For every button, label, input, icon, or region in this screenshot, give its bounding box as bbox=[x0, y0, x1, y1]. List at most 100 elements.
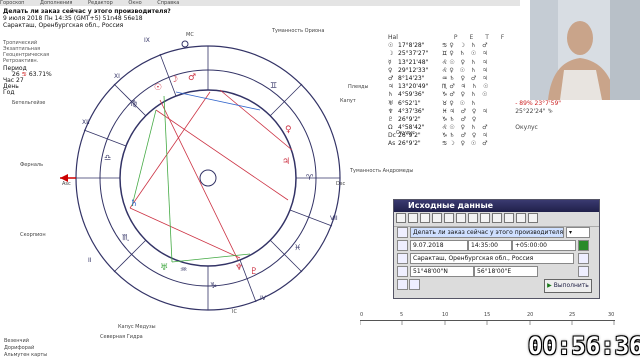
play-icon: ▶ bbox=[547, 282, 552, 289]
question-dropdown[interactable]: ▾ bbox=[566, 227, 590, 238]
svg-text:♏: ♏ bbox=[122, 233, 130, 242]
bottom-label-3: Альмутен карты bbox=[4, 352, 48, 358]
table-row: ♆ 4°37'36" ♓ ♃ ♂ ♀ ♃ 25°22'24" ♑ bbox=[388, 107, 553, 115]
system-4: Ретроактивн. bbox=[3, 58, 39, 64]
menu-bar: Гороскоп Дополнения Редактор Окно Справк… bbox=[0, 0, 520, 6]
ruler-tick: 25 bbox=[569, 312, 576, 318]
date-input[interactable]: 9.07.2018 bbox=[410, 240, 468, 251]
chart-datetime: 9 июля 2018 Пн 14:35 (GMT+5) 51n48 56e18 bbox=[3, 15, 143, 22]
circle-icon[interactable] bbox=[516, 213, 526, 223]
svg-text:♊: ♊ bbox=[270, 81, 277, 90]
planet-glyphs: ☉ ☽ ♂ ♀ ♃ ♄ ♅ ♆ ♇ bbox=[130, 73, 292, 277]
table-row: Ω 4°58'42" ♌ ☉ ♀ ♄ ♂ Окулус bbox=[388, 124, 538, 132]
table-row: ♇ 26°9'2" ♑ ♄ ♂ ♀ bbox=[388, 115, 479, 123]
mc-marker bbox=[181, 40, 189, 48]
chart-question: Делать ли заказ сейчас у этого производи… bbox=[3, 8, 171, 15]
person-icon[interactable] bbox=[409, 279, 420, 290]
longitude-input[interactable]: 56°18'00"E bbox=[474, 266, 538, 277]
confirm-icon[interactable] bbox=[578, 240, 589, 251]
presenter-image bbox=[530, 0, 640, 100]
star-medusa: Капус Медузы bbox=[118, 324, 156, 330]
neptune-glyph: ♆ bbox=[235, 263, 243, 273]
dialog-toolbar bbox=[394, 212, 599, 227]
year-row: Год bbox=[3, 89, 15, 96]
table-row: As 26°9'2" ♋ ☽ ♀ ☉ ♂ bbox=[388, 140, 490, 148]
gear-icon[interactable] bbox=[492, 213, 502, 223]
star-hydra: Северная Гидра bbox=[100, 334, 143, 340]
time-input[interactable]: 14:35:00 bbox=[468, 240, 512, 251]
place-input[interactable]: Саракташ, Оренбургская обл., Россия bbox=[410, 253, 574, 264]
sun-glyph: ☉ bbox=[154, 83, 162, 93]
aspect-lines-blue bbox=[175, 91, 261, 111]
star-orion: Туманность Ориона bbox=[272, 28, 325, 34]
star-fernal: Ферналь bbox=[20, 162, 44, 168]
dialog-title: Исходные данные bbox=[394, 200, 599, 212]
video-timer: 00:56:36 bbox=[528, 332, 640, 360]
pluto-glyph: ♇ bbox=[250, 267, 258, 277]
star-pleiades: Плеяды bbox=[348, 84, 369, 90]
z-icon[interactable] bbox=[528, 213, 538, 223]
question-input[interactable]: Делать ли заказ сейчас у этого производи… bbox=[410, 227, 564, 238]
degree-ruler: 0 5 10 15 20 25 30 bbox=[360, 312, 615, 331]
mercury-glyph: ♂ bbox=[188, 73, 196, 83]
ruler-tick: 30 bbox=[608, 312, 615, 318]
book-icon[interactable] bbox=[420, 213, 430, 223]
svg-text:♎: ♎ bbox=[104, 153, 111, 162]
menu-window[interactable]: Окно bbox=[128, 0, 141, 6]
info-icon[interactable] bbox=[480, 213, 490, 223]
paste-icon[interactable] bbox=[408, 213, 418, 223]
calendar-icon bbox=[397, 240, 408, 251]
house-cusps bbox=[76, 46, 340, 310]
house-numeral-2: II bbox=[88, 257, 92, 264]
star-scorpion: Скорпион bbox=[20, 232, 46, 238]
venus-glyph: ♀ bbox=[285, 125, 292, 135]
copy-icon[interactable] bbox=[396, 213, 406, 223]
gallery-icon[interactable] bbox=[504, 213, 514, 223]
menu-additions[interactable]: Дополнения bbox=[40, 0, 72, 6]
natal-chart-wheel[interactable]: ☉ ☽ ♂ ♀ ♃ ♄ ♅ ♆ ♇ ♍ ♊ ♈ ♓ ♏ ♎ ♑ ♒ IX XI XII V… bbox=[60, 30, 390, 320]
ruler-tick: 10 bbox=[442, 312, 449, 318]
table-row: ♅ 6°52'1" ♉ ♀ ☉ ♄ - 89% 23°7'59" bbox=[388, 99, 562, 107]
menu-editor[interactable]: Редактор bbox=[88, 0, 113, 6]
svg-text:♓: ♓ bbox=[294, 243, 301, 252]
ruler-tick: 0 bbox=[360, 312, 364, 318]
globe-icon[interactable] bbox=[468, 213, 478, 223]
latitude-input[interactable]: 51°48'00"N bbox=[410, 266, 474, 277]
run-button[interactable]: ▶ Выполнить bbox=[544, 279, 592, 293]
svg-text:♒: ♒ bbox=[180, 265, 187, 274]
inner-ring bbox=[119, 89, 297, 267]
table-row: Dc 26°9'2" ♑ ♄ ♂ ♀ ♃ bbox=[388, 132, 490, 140]
star-kaput: Капут bbox=[340, 98, 356, 104]
ic-label: IC bbox=[232, 309, 237, 315]
map-icon[interactable] bbox=[578, 266, 589, 277]
dsc-label: Dsc bbox=[336, 181, 346, 187]
source-data-dialog[interactable]: Исходные данные Делать ли заказ сейчас у… bbox=[393, 199, 600, 299]
tool-icon[interactable] bbox=[397, 279, 408, 290]
star-betelgeuse: Бетельгейзе bbox=[12, 100, 46, 106]
mc-label: MC bbox=[186, 32, 194, 38]
location-icon bbox=[397, 253, 408, 264]
moon-glyph: ☽ bbox=[170, 75, 178, 85]
k-icon[interactable] bbox=[456, 213, 466, 223]
uranus-glyph: ♅ bbox=[160, 263, 168, 273]
star-andromeda: Туманность Андромеды bbox=[350, 168, 414, 174]
house-numeral-11: XI bbox=[114, 73, 120, 80]
place-dropdown[interactable] bbox=[578, 253, 589, 264]
ruler-tick: 15 bbox=[484, 312, 491, 318]
house-numeral-9: IX bbox=[144, 37, 150, 44]
menu-horoscope[interactable]: Гороскоп bbox=[0, 0, 24, 6]
svg-text:♍: ♍ bbox=[130, 99, 137, 108]
coords-icon bbox=[397, 266, 408, 277]
timezone-input[interactable]: +05:00:00 bbox=[512, 240, 576, 251]
jupiter-glyph: ♃ bbox=[282, 157, 290, 167]
bottom-label-1: Везенчий bbox=[4, 338, 29, 344]
house-numeral-7: VII bbox=[330, 215, 338, 222]
webcam-overlay bbox=[530, 0, 640, 100]
center-circle bbox=[199, 169, 217, 187]
ruler-tick: 20 bbox=[527, 312, 534, 318]
menu-help[interactable]: Справка bbox=[157, 0, 179, 6]
table-icon[interactable] bbox=[432, 213, 442, 223]
house-numeral-4: IV bbox=[260, 295, 267, 302]
asc-label: Asc bbox=[62, 181, 71, 187]
list-icon[interactable] bbox=[444, 213, 454, 223]
